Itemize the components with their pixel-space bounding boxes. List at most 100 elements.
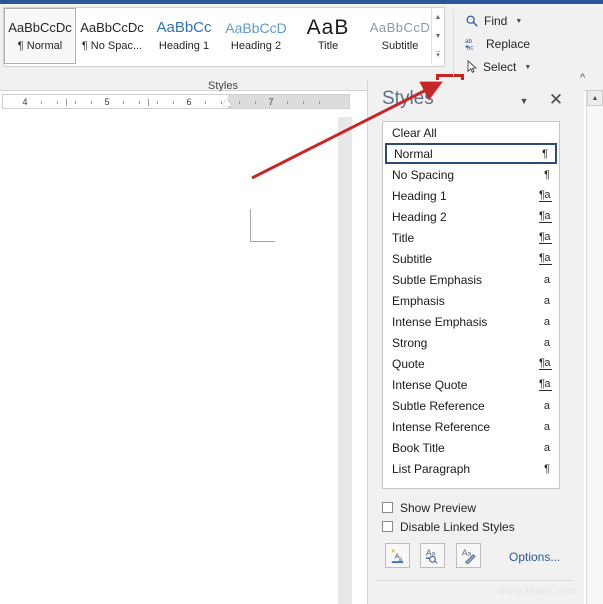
style-item-intense-emphasis[interactable]: Intense Emphasis a xyxy=(385,311,557,332)
style-name: Title xyxy=(392,230,415,245)
style-item-heading-2[interactable]: Heading 2 ¶a xyxy=(385,206,557,227)
margin-corner-marker xyxy=(250,209,275,242)
style-gallery[interactable]: AaBbCcDc ¶ Normal AaBbCcDc ¶ No Spac... … xyxy=(3,7,445,67)
style-name: Quote xyxy=(392,356,425,371)
style-name: Subtle Emphasis xyxy=(392,272,483,287)
character-style-icon: a xyxy=(543,294,550,307)
replace-label: Replace xyxy=(486,37,531,51)
paragraph-style-icon: ¶ xyxy=(544,168,550,181)
gallery-item-subtitle[interactable]: AaBbCcD Subtitle xyxy=(364,8,436,64)
show-preview-label: Show Preview xyxy=(400,500,477,515)
ruler-mark: 5 xyxy=(104,97,110,107)
scroll-down-icon[interactable]: ▼ xyxy=(432,27,444,45)
ruler-mark: 6 xyxy=(186,97,192,107)
style-inspector-icon: A a xyxy=(426,548,438,564)
style-item-intense-reference[interactable]: Intense Reference a xyxy=(385,416,557,437)
character-style-icon: a xyxy=(543,420,550,433)
style-item-book-title[interactable]: Book Title a xyxy=(385,437,557,458)
find-button[interactable]: Find ▼ xyxy=(461,10,526,32)
style-name: Book Title xyxy=(392,440,445,455)
word-window: AaBbCcDc ¶ Normal AaBbCcDc ¶ No Spac... … xyxy=(0,0,603,604)
style-name: Subtle Reference xyxy=(392,398,485,413)
style-inspector-button[interactable]: A a xyxy=(420,543,446,568)
style-item-clear-all[interactable]: Clear All xyxy=(385,122,557,143)
manage-styles-button[interactable]: A a xyxy=(455,543,481,568)
style-item-normal[interactable]: Normal ¶ xyxy=(385,143,557,164)
character-style-icon: a xyxy=(543,315,550,328)
new-style-icon: A a xyxy=(390,548,404,563)
document-area[interactable] xyxy=(0,117,352,604)
style-name: Heading 1 xyxy=(392,188,447,203)
linked-style-icon: ¶a xyxy=(538,252,552,265)
document-gutter xyxy=(338,117,352,604)
group-divider xyxy=(453,10,454,76)
gallery-item-heading-1[interactable]: AaBbCc Heading 1 xyxy=(148,8,220,64)
style-name: Emphasis xyxy=(392,293,445,308)
gallery-item-no-spacing[interactable]: AaBbCcDc ¶ No Spac... xyxy=(76,8,148,64)
style-item-strong[interactable]: Strong a xyxy=(385,332,557,353)
disable-linked-styles-row[interactable]: Disable Linked Styles xyxy=(382,517,572,536)
gallery-item-heading-2[interactable]: AaBbCcD Heading 2 xyxy=(220,8,292,64)
search-icon xyxy=(466,15,478,27)
styles-options-link[interactable]: Options... xyxy=(509,550,560,564)
disable-linked-styles-label: Disable Linked Styles xyxy=(400,519,515,534)
horizontal-ruler[interactable]: 4 5 6 7 xyxy=(0,91,352,117)
style-item-quote[interactable]: Quote ¶a xyxy=(385,353,557,374)
gallery-item-normal[interactable]: AaBbCcDc ¶ Normal xyxy=(4,8,76,64)
style-item-heading-1[interactable]: Heading 1 ¶a xyxy=(385,185,557,206)
styles-pane-title: Styles xyxy=(382,88,434,109)
ruler-text-area xyxy=(3,95,228,108)
disable-linked-styles-checkbox[interactable] xyxy=(382,521,393,532)
linked-style-icon: ¶a xyxy=(538,378,552,391)
close-icon[interactable]: ✕ xyxy=(546,90,566,110)
document-vertical-scrollbar[interactable]: ▲ xyxy=(586,90,603,604)
style-name: Intense Quote xyxy=(392,377,468,392)
style-item-subtle-reference[interactable]: Subtle Reference a xyxy=(385,395,557,416)
style-item-subtle-emphasis[interactable]: Subtle Emphasis a xyxy=(385,269,557,290)
gallery-label: Title xyxy=(317,40,339,52)
style-item-no-spacing[interactable]: No Spacing ¶ xyxy=(385,164,557,185)
left-indent-marker[interactable] xyxy=(222,99,232,106)
linked-style-icon: ¶a xyxy=(538,210,552,223)
select-button[interactable]: Select ▼ xyxy=(461,56,535,78)
chevron-down-icon[interactable]: ▼ xyxy=(524,64,531,71)
ribbon-home-tab: AaBbCcDc ¶ Normal AaBbCcDc ¶ No Spac... … xyxy=(0,4,603,100)
style-item-subtitle[interactable]: Subtitle ¶a xyxy=(385,248,557,269)
new-style-button[interactable]: A a xyxy=(385,543,410,568)
style-name: Heading 2 xyxy=(392,209,447,224)
gallery-preview: AaBbCcD xyxy=(225,20,287,36)
style-name: Intense Reference xyxy=(392,419,491,434)
styles-pane-toolbar: A a A a A a xyxy=(385,543,488,568)
gallery-scroll-buttons[interactable]: ▲ ▼ ▾̅ xyxy=(431,8,444,64)
show-preview-row[interactable]: Show Preview xyxy=(382,498,572,517)
style-name: Normal xyxy=(394,146,433,161)
chevron-down-icon[interactable]: ▼ xyxy=(515,18,522,25)
ruler-track: 4 5 6 7 xyxy=(2,94,350,109)
gallery-item-title[interactable]: AaB Title xyxy=(292,8,364,64)
svg-text:ac: ac xyxy=(467,44,473,51)
pane-options-chevron-down-icon[interactable]: ▼ xyxy=(516,94,532,108)
gallery-preview: AaBbCcDc xyxy=(8,20,72,35)
styles-pane-header: Styles ▼ ✕ xyxy=(368,80,585,118)
gallery-preview: AaB xyxy=(306,18,350,38)
styles-list[interactable]: Clear All Normal ¶ No Spacing ¶ Heading … xyxy=(382,121,560,489)
scroll-up-icon[interactable]: ▲ xyxy=(587,90,603,106)
style-name: Intense Emphasis xyxy=(392,314,488,329)
show-preview-checkbox[interactable] xyxy=(382,502,393,513)
document-page[interactable] xyxy=(0,117,338,604)
replace-button[interactable]: ab ac Replace xyxy=(461,33,534,55)
paragraph-style-icon: ¶ xyxy=(542,147,548,160)
scrollbar-track[interactable] xyxy=(587,107,603,604)
style-item-emphasis[interactable]: Emphasis a xyxy=(385,290,557,311)
style-item-title[interactable]: Title ¶a xyxy=(385,227,557,248)
style-item-intense-quote[interactable]: Intense Quote ¶a xyxy=(385,374,557,395)
scroll-up-icon[interactable]: ▲ xyxy=(432,8,444,26)
character-style-icon: a xyxy=(543,336,550,349)
gallery-preview: AaBbCcDc xyxy=(80,20,144,35)
gallery-label: Heading 1 xyxy=(158,40,210,52)
more-styles-icon[interactable]: ▾̅ xyxy=(432,46,444,64)
style-item-list-paragraph[interactable]: List Paragraph ¶ xyxy=(385,458,557,479)
watermark: www.fifam.com xyxy=(497,585,578,597)
cursor-icon xyxy=(467,60,477,73)
pane-divider xyxy=(376,580,573,581)
